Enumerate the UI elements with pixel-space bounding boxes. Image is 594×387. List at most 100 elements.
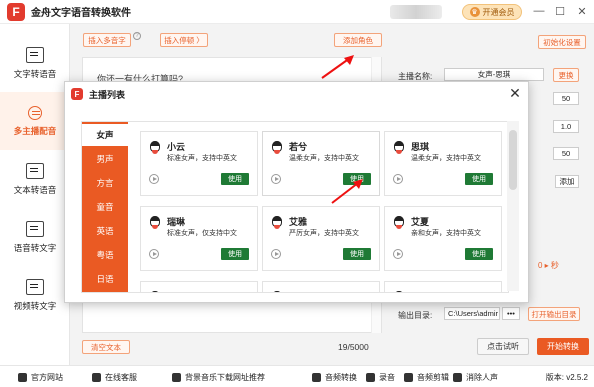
sidebar-item-label: 多主播配音 (13, 125, 57, 136)
play-icon[interactable] (271, 174, 281, 184)
sidebar-item-text-to-speech[interactable]: 文字转语音 (0, 34, 70, 92)
tab-japanese[interactable]: 日语 (82, 268, 128, 290)
language-tabs: 女声 男声 方言 童音 英语 粤语 日语 (82, 122, 128, 292)
add-bgm-button[interactable]: 添加 (555, 175, 579, 188)
sidebar: 文字转语音 多主播配音 文本转语音 语音转文字 视频转文字 (0, 24, 70, 365)
video-to-text-icon (26, 278, 44, 295)
tab-cantonese[interactable]: 粤语 (82, 244, 128, 266)
add-role-button[interactable]: 添加角色 (334, 33, 382, 47)
use-button[interactable]: 使用 (221, 173, 249, 185)
avatar-icon (272, 291, 282, 292)
close-window-button[interactable]: ✕ (574, 3, 590, 19)
maximize-button[interactable]: ☐ (552, 3, 568, 19)
anchor-name: 艾雅 (289, 217, 308, 227)
record-link[interactable]: 录音 (366, 372, 395, 383)
audio-cut-link[interactable]: 音频剪辑 (404, 372, 449, 383)
sidebar-item-label: 视频转文字 (13, 300, 57, 311)
avatar-icon (272, 216, 282, 229)
dialog-scrollbar-thumb[interactable] (509, 130, 517, 190)
anchor-name: 若兮 (289, 142, 308, 152)
play-icon[interactable] (393, 174, 403, 184)
sidebar-item-label: 语音转文字 (13, 242, 57, 253)
audio-convert-link[interactable]: 音频转换 (312, 372, 357, 383)
use-button[interactable]: 使用 (343, 173, 371, 185)
anchor-card[interactable]: 若兮 温柔女声，支持中英文 使用 (262, 131, 380, 196)
anchor-card[interactable]: 艾雅 严厉女声，支持中英文 使用 (262, 206, 380, 271)
tab-dialect[interactable]: 方言 (82, 172, 128, 194)
browse-dir-button[interactable]: ••• (502, 307, 520, 320)
crown-icon: ♛ (469, 7, 480, 17)
vip-button[interactable]: ♛ 开通会员 (462, 4, 522, 20)
anchor-list-dialog: F 主播列表 ✕ 女声 男声 方言 童音 英语 粤语 日语 小云 标准女声，支持… (64, 81, 529, 303)
avatar-icon (150, 141, 160, 154)
vocal-remove-icon (453, 373, 462, 382)
app-logo-icon: F (71, 88, 83, 100)
sidebar-item-multi-anchor[interactable]: 多主播配音 (0, 92, 70, 150)
use-button[interactable]: 使用 (465, 173, 493, 185)
bgm-download-link[interactable]: 背景音乐下载网址推荐 (172, 372, 265, 383)
use-button[interactable]: 使用 (221, 248, 249, 260)
start-convert-button[interactable]: 开始转换 (537, 338, 589, 355)
anchor-name: 艾夏 (411, 217, 430, 227)
tab-child[interactable]: 童音 (82, 196, 128, 218)
init-settings-button[interactable]: 初始化设置 (538, 35, 586, 49)
volume-value-field[interactable]: 50 (553, 92, 579, 105)
avatar-icon (150, 291, 160, 292)
pause-seconds-label: 0 ▸ 秒 (538, 261, 559, 270)
sidebar-item-speech-to-text[interactable]: 语音转文字 (0, 208, 70, 266)
multi-anchor-icon (28, 105, 42, 120)
anchor-card[interactable] (140, 281, 258, 292)
close-dialog-button[interactable]: ✕ (507, 84, 523, 102)
home-icon (18, 373, 27, 382)
official-site-link[interactable]: 官方网站 (18, 372, 63, 383)
output-dir-field[interactable]: C:\Users\admir (444, 307, 500, 320)
play-icon[interactable] (149, 174, 159, 184)
text-to-speech-icon (26, 46, 44, 63)
avatar-icon (272, 141, 282, 154)
help-icon[interactable]: ? (133, 32, 141, 40)
avatar-icon (394, 141, 404, 154)
clear-text-button[interactable]: 清空文本 (82, 340, 130, 354)
sidebar-item-label: 文字转语音 (13, 68, 57, 79)
speed-value-field[interactable]: 1.0 (553, 120, 579, 133)
play-icon[interactable] (271, 249, 281, 259)
online-service-link[interactable]: 在线客服 (92, 372, 137, 383)
use-button[interactable]: 使用 (343, 248, 371, 260)
anchor-card[interactable]: 思琪 温柔女声，支持中英文 使用 (384, 131, 502, 196)
anchor-card[interactable]: 瑞琳 标准女声，仅支持中文 使用 (140, 206, 258, 271)
dialog-header: F 主播列表 ✕ (65, 82, 528, 106)
play-icon[interactable] (393, 249, 403, 259)
anchor-desc: 温柔女声，支持中英文 (289, 155, 359, 162)
tab-female[interactable]: 女声 (82, 124, 128, 146)
preview-button[interactable]: 点击试听 (477, 338, 529, 355)
sidebar-item-document-to-speech[interactable]: 文本转语音 (0, 150, 70, 208)
anchor-card[interactable] (384, 281, 502, 292)
footer-label: 消除人声 (466, 373, 498, 382)
anchor-desc: 亲和女声，支持中英文 (411, 230, 481, 237)
anchor-card[interactable] (262, 281, 380, 292)
vip-label: 开通会员 (482, 7, 515, 17)
vocal-remove-link[interactable]: 消除人声 (453, 372, 498, 383)
blurred-account-area (390, 5, 442, 19)
minimize-button[interactable]: — (531, 3, 547, 19)
sidebar-item-video-to-text[interactable]: 视频转文字 (0, 266, 70, 324)
tab-english[interactable]: 英语 (82, 220, 128, 242)
insert-polyphone-button[interactable]: 插入多音字 (83, 33, 131, 47)
insert-pause-button[interactable]: 插入停顿 〉 (160, 33, 208, 47)
pitch-value-field[interactable]: 50 (553, 147, 579, 160)
music-icon (172, 373, 181, 382)
play-icon[interactable] (149, 249, 159, 259)
anchor-name: 瑞琳 (167, 217, 186, 227)
footer-label: 在线客服 (105, 373, 137, 382)
anchor-name-field[interactable]: 女声-思琪 (444, 68, 544, 81)
use-button[interactable]: 使用 (465, 248, 493, 260)
open-output-dir-button[interactable]: 打开输出目录 (528, 307, 580, 321)
anchor-card[interactable]: 小云 标准女声，支持中英文 使用 (140, 131, 258, 196)
output-dir-label: 输出目录: (398, 311, 433, 320)
anchor-card[interactable]: 艾夏 亲和女声，支持中英文 使用 (384, 206, 502, 271)
avatar-icon (394, 291, 404, 292)
change-anchor-button[interactable]: 更换 (553, 68, 579, 82)
tab-male[interactable]: 男声 (82, 148, 128, 170)
app-logo-icon: F (7, 2, 25, 21)
footer-label: 录音 (379, 373, 395, 382)
